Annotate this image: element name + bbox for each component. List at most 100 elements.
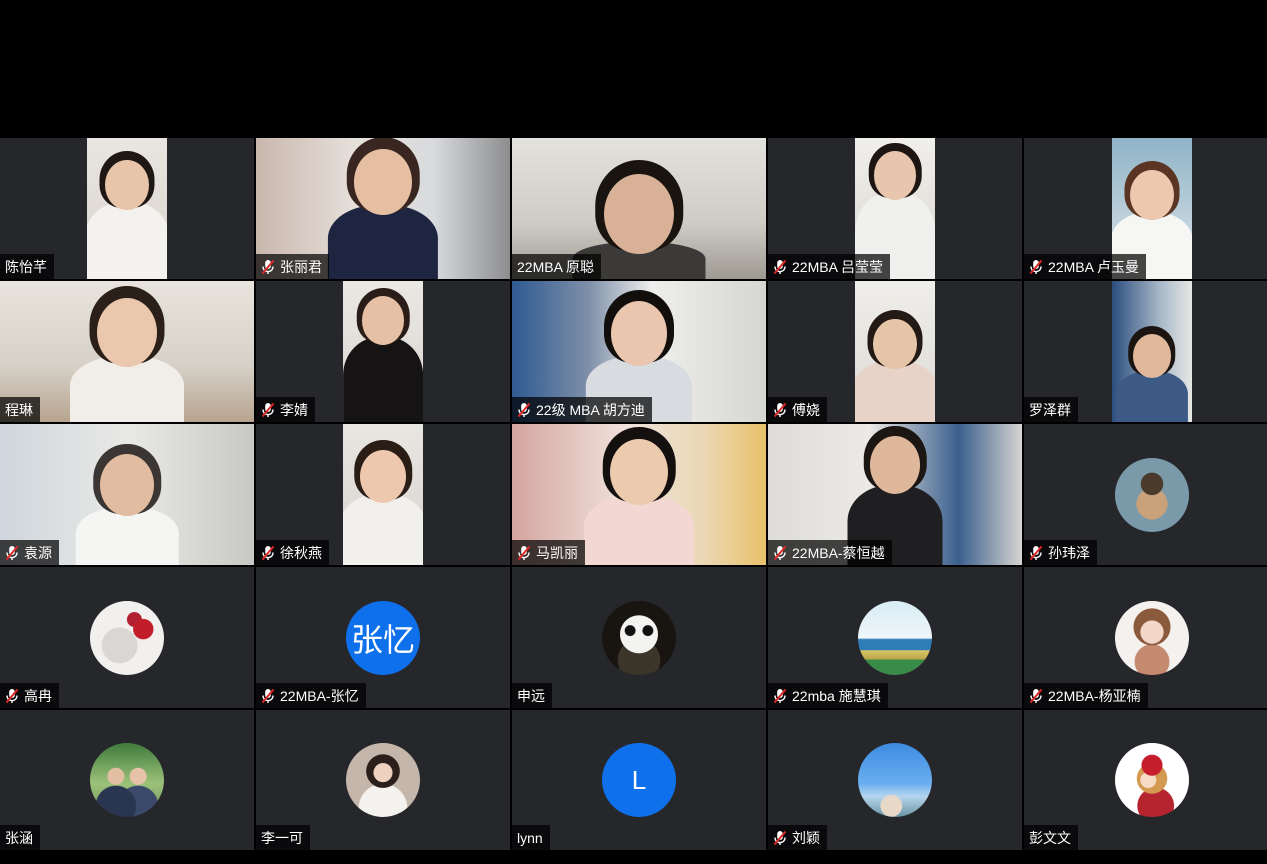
participant-name: 孙玮泽: [1048, 544, 1090, 561]
person-face: [362, 296, 404, 345]
participant-tile[interactable]: 22MBA 原聪: [512, 138, 766, 279]
mic-muted-icon: [773, 402, 787, 418]
person-face: [100, 454, 154, 517]
participant-name-label: 22MBA 原聪: [512, 254, 602, 279]
participant-tile[interactable]: 张涵: [0, 710, 254, 850]
participant-name: 张涵: [5, 829, 33, 846]
participant-name-label: 22MBA-张忆: [256, 683, 366, 708]
participant-name: 李一可: [261, 829, 303, 846]
participant-name-label: 马凯丽: [512, 540, 585, 565]
mic-muted-icon: [1029, 259, 1043, 275]
participant-name: 申远: [517, 687, 545, 704]
pixel-hat-avatar: [1114, 457, 1189, 532]
participant-name-label: 22MBA 卢玉曼: [1024, 254, 1147, 279]
mic-muted-icon: [261, 402, 275, 418]
participant-tile[interactable]: 马凯丽: [512, 424, 766, 565]
participant-name: 徐秋燕: [280, 544, 322, 561]
participant-name: lynn: [517, 829, 543, 846]
participant-name: 傅娆: [792, 401, 820, 418]
participant-tile[interactable]: 孙玮泽: [1024, 424, 1267, 565]
cartoon-red-hat-avatar: [1114, 743, 1189, 817]
mic-muted-icon: [773, 830, 787, 846]
participant-name-label: 彭文文: [1024, 825, 1078, 850]
mic-muted-icon: [5, 545, 19, 561]
participant-tile[interactable]: 徐秋燕: [256, 424, 510, 565]
participant-name: 李婧: [280, 401, 308, 418]
participant-name: 22MBA-张忆: [280, 687, 359, 704]
cat-avatar: [90, 600, 164, 675]
participant-tile[interactable]: 程琳: [0, 281, 254, 422]
participant-name-label: 申远: [512, 683, 552, 708]
mic-muted-icon: [1029, 545, 1043, 561]
participant-tile[interactable]: 袁源: [0, 424, 254, 565]
participant-name: 刘颖: [792, 829, 820, 846]
participant-tile[interactable]: Llynn: [512, 710, 766, 850]
participant-tile[interactable]: 李一可: [256, 710, 510, 850]
participant-tile[interactable]: 李婧: [256, 281, 510, 422]
mic-muted-icon: [261, 259, 275, 275]
participant-name-label: 袁源: [0, 540, 59, 565]
person-body: [343, 494, 423, 565]
participant-name-label: 22MBA-蔡恒越: [768, 540, 892, 565]
video-feed: [343, 424, 423, 565]
person-body: [1115, 370, 1188, 422]
participant-name-label: 22mba 施慧琪: [768, 683, 888, 708]
person-body: [343, 337, 423, 422]
person-face: [360, 449, 406, 503]
mic-muted-icon: [5, 688, 19, 704]
participant-tile[interactable]: 张忆 22MBA-张忆: [256, 567, 510, 708]
mic-muted-icon: [517, 402, 531, 418]
participant-tile[interactable]: 22MBA 卢玉曼: [1024, 138, 1267, 279]
participant-tile[interactable]: 22MBA 吕莹莹: [768, 138, 1022, 279]
participant-name-label: 李一可: [256, 825, 310, 850]
person-face: [610, 438, 668, 506]
participant-tile[interactable]: 22MBA-蔡恒越: [768, 424, 1022, 565]
participant-name-label: 张丽君: [256, 254, 329, 279]
participant-tile[interactable]: 22级 MBA 胡方迪: [512, 281, 766, 422]
participant-name: 22MBA 原聪: [517, 258, 595, 275]
participant-name: 22MBA 卢玉曼: [1048, 258, 1140, 275]
sky-avatar: [858, 743, 932, 817]
participant-tile[interactable]: 傅娆: [768, 281, 1022, 422]
participant-name-label: 22MBA 吕莹莹: [768, 254, 891, 279]
participant-name: 程琳: [5, 401, 33, 418]
person-face: [1132, 334, 1171, 378]
participant-name: 张丽君: [280, 258, 322, 275]
person-face: [1129, 169, 1174, 221]
participant-name-label: 徐秋燕: [256, 540, 329, 565]
participant-tile[interactable]: 申远: [512, 567, 766, 708]
portrait-avatar: [346, 743, 420, 817]
participant-tile[interactable]: 22mba 施慧琪: [768, 567, 1022, 708]
participant-name: 高冉: [24, 687, 52, 704]
sea-avatar: [858, 600, 932, 675]
participant-name-label: 李婧: [256, 397, 315, 422]
person-body: [327, 204, 439, 279]
video-feed: [1111, 281, 1192, 422]
panda-avatar: [602, 600, 676, 675]
participant-tile[interactable]: 陈怡芊: [0, 138, 254, 279]
couple-photo-avatar: [90, 743, 164, 817]
person-face: [354, 148, 412, 216]
initials-avatar: 张忆: [346, 600, 420, 675]
participant-name-label: 刘颖: [768, 825, 827, 850]
participant-tile[interactable]: 张丽君: [256, 138, 510, 279]
person-body: [583, 494, 695, 565]
person-body: [87, 202, 167, 279]
participant-tile[interactable]: 22MBA-杨亚楠: [1024, 567, 1267, 708]
mic-muted-icon: [1029, 688, 1043, 704]
person-face: [870, 436, 920, 494]
person-face: [97, 297, 157, 367]
participant-name-label: 22MBA-杨亚楠: [1024, 683, 1148, 708]
person-body: [855, 361, 935, 422]
participant-tile[interactable]: 罗泽群: [1024, 281, 1267, 422]
person-face: [873, 318, 917, 370]
participant-tile[interactable]: 刘颖: [768, 710, 1022, 850]
video-feed: [855, 281, 935, 422]
participant-tile[interactable]: 高冉: [0, 567, 254, 708]
mic-muted-icon: [261, 688, 275, 704]
participant-name: 22级 MBA 胡方迪: [536, 401, 645, 418]
participant-name-label: 罗泽群: [1024, 397, 1078, 422]
participant-name: 罗泽群: [1029, 401, 1071, 418]
participant-name: 袁源: [24, 544, 52, 561]
participant-tile[interactable]: 彭文文: [1024, 710, 1267, 850]
